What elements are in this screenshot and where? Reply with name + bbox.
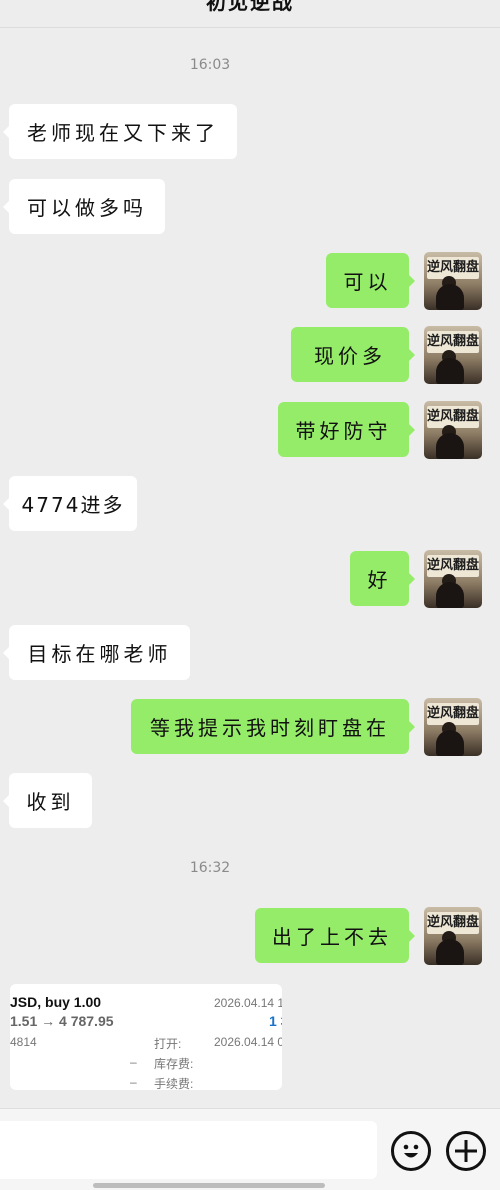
avatar-person-body [436,939,464,965]
avatar-sign: 逆风翻盘 [427,703,479,725]
avatar-person-body [436,358,464,384]
avatar-person-body [436,582,464,608]
avatar-sign: 逆风翻盘 [427,406,479,428]
trade-swap-dash: – [130,1055,137,1069]
trade-symbol: JSD, buy 1.00 [10,994,101,1010]
trade-ticket: 4814 [10,1035,37,1049]
message-bubble-incoming[interactable]: 收到 [3,773,92,828]
message-bubble-incoming[interactable]: 老师现在又下来了 [3,104,237,159]
avatar-sign: 逆风翻盘 [427,331,479,353]
chat-title: 初见逆战 [206,0,294,14]
avatar-person-body [436,433,464,459]
message-bubble-incoming[interactable]: 4774进多 [3,476,137,531]
trade-fee-label: 手续费: [154,1077,194,1090]
trade-swap-label: 库存费: [154,1057,194,1071]
avatar-icon[interactable]: 逆风翻盘 [424,252,482,310]
message-input[interactable] [0,1121,377,1179]
message-bubble-outgoing[interactable]: 出了上不去 [255,908,415,963]
timestamp: 16:32 [189,860,231,876]
avatar-sign: 逆风翻盘 [427,257,479,279]
avatar-icon[interactable]: 逆风翻盘 [424,907,482,965]
avatar-icon[interactable]: 逆风翻盘 [424,550,482,608]
avatar-icon[interactable]: 逆风翻盘 [424,698,482,756]
message-bubble-outgoing[interactable]: 等我提示我时刻盯盘在 [131,699,415,754]
message-bubble-outgoing[interactable]: 可以 [326,253,415,308]
avatar-icon[interactable]: 逆风翻盘 [424,401,482,459]
message-bubble-incoming[interactable]: 可以做多吗 [3,179,165,234]
trade-prices: 1.51 → 4 787.95 [10,1013,114,1029]
trade-symbol-text: JSD, [10,994,42,1010]
timestamp: 16:03 [189,57,231,73]
plus-icon[interactable] [446,1131,486,1171]
avatar-person-body [436,284,464,310]
smiley-face-icon[interactable] [391,1131,431,1171]
chat-header: 初见逆战 [0,0,500,28]
avatar-person-body [436,730,464,756]
home-indicator [93,1183,325,1188]
message-bubble-outgoing[interactable]: 带好防守 [278,402,415,457]
message-bubble-outgoing[interactable]: 现价多 [291,327,415,382]
trade-open-label: 打开: [154,1037,182,1051]
trade-side: buy 1.00 [45,994,102,1010]
message-bubble-incoming[interactable]: 目标在哪老师 [3,625,190,680]
message-bubble-outgoing[interactable]: 好 [350,551,415,606]
avatar-icon[interactable]: 逆风翻盘 [424,326,482,384]
trade-close-date: 2026.04.14 10 [214,996,282,1010]
avatar-sign: 逆风翻盘 [427,912,479,934]
trade-open-date: 2026.04.14 09 [214,1035,282,1049]
trade-image-card[interactable]: JSD, buy 1.00 2026.04.14 10 1.51 → 4 787… [10,984,282,1090]
trade-fee-dash: – [130,1075,137,1089]
avatar-sign: 逆风翻盘 [427,555,479,577]
input-bar [0,1108,500,1190]
trade-profit: 1 3 [269,1013,282,1029]
